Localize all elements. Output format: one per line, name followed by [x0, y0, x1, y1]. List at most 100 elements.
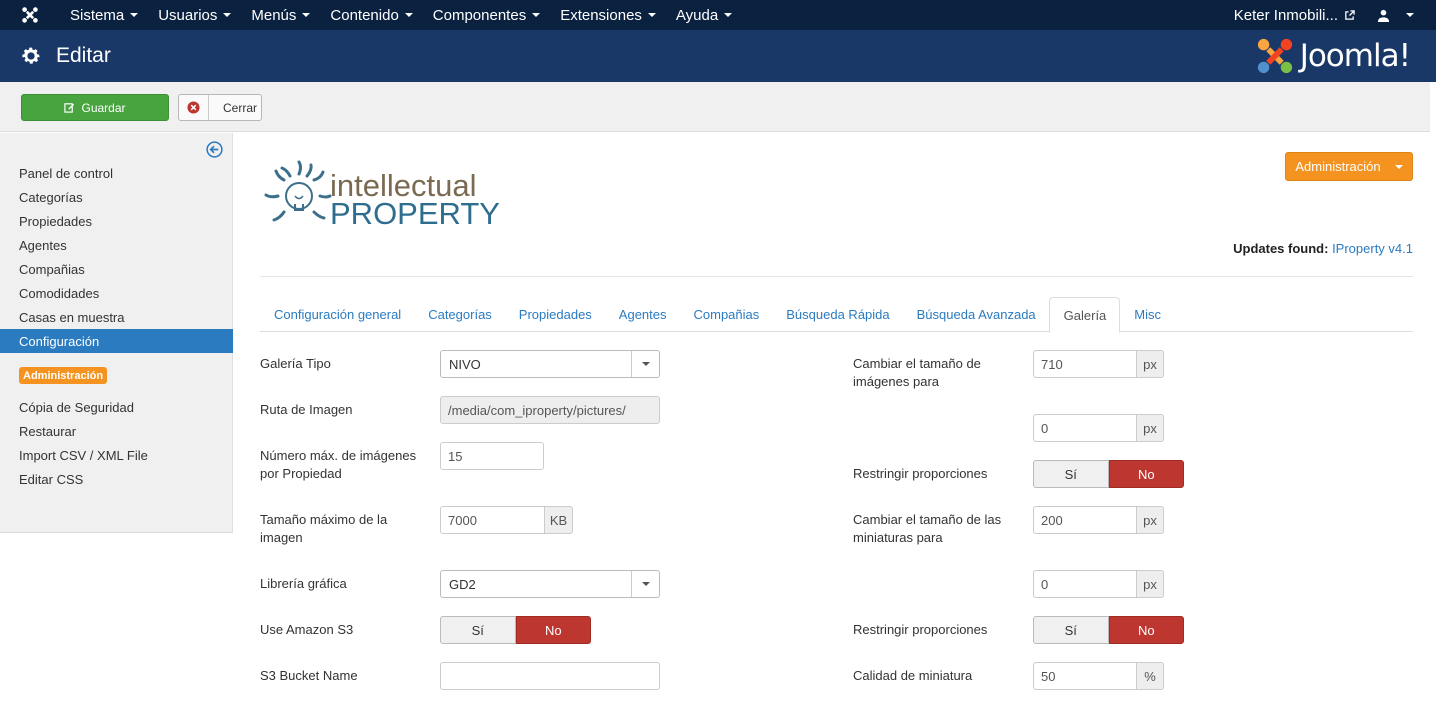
image-path-label: Ruta de Imagen	[260, 402, 353, 417]
px-unit: px	[1136, 414, 1164, 442]
thumb-quality-input[interactable]: 50	[1033, 662, 1137, 690]
restrict-proportions-thumbs-label: Restringir proporciones	[853, 622, 988, 637]
joomla-logo-icon	[1257, 38, 1292, 74]
gallery-type-select[interactable]: NIVO	[440, 350, 660, 378]
restrict-thumbs-no[interactable]: No	[1108, 616, 1184, 644]
edit-icon	[64, 103, 75, 113]
menu-usuarios[interactable]: Usuarios	[148, 0, 241, 30]
updates-notice: Updates found: IProperty v4.1	[1233, 241, 1413, 256]
top-navbar: Sistema Usuarios Menús Contenido Compone…	[0, 0, 1436, 30]
restrict-proportions-label: Restringir proporciones	[853, 466, 988, 481]
sidebar-item-panel[interactable]: Panel de control	[0, 161, 233, 185]
px-unit: px	[1136, 570, 1164, 598]
menu-ayuda[interactable]: Ayuda	[666, 0, 742, 30]
sidebar: Panel de control Categorías Propiedades …	[0, 133, 233, 533]
caret-down-icon	[302, 13, 311, 17]
gallery-type-label: Galería Tipo	[260, 356, 331, 371]
resize-thumbs-width-input[interactable]: 200	[1033, 506, 1137, 534]
menu-componentes[interactable]: Componentes	[423, 0, 550, 30]
sidebar-item-import[interactable]: Import CSV / XML File	[0, 443, 233, 467]
amazon-s3-label: Use Amazon S3	[260, 622, 354, 637]
sidebar-item-edit-css[interactable]: Editar CSS	[0, 467, 233, 491]
caret-down-icon	[724, 13, 733, 17]
config-tabs: Configuración general Categorías Propied…	[260, 297, 1413, 333]
joomla-menu-icon[interactable]	[0, 0, 60, 30]
tab-galeria[interactable]: Galería	[1048, 297, 1121, 333]
max-size-input[interactable]: 7000	[440, 506, 545, 534]
caret-down-icon	[130, 13, 139, 17]
thumb-quality-label: Calidad de miniatura	[853, 668, 973, 683]
bucket-name-input[interactable]	[440, 662, 660, 690]
sidebar-item-configuracion[interactable]: Configuración	[0, 329, 233, 353]
main-menu: Sistema Usuarios Menús Contenido Compone…	[60, 0, 742, 30]
sidebar-item-agentes[interactable]: Agentes	[0, 233, 233, 257]
sidebar-item-companias[interactable]: Compañias	[0, 257, 233, 281]
restrict-proportions-no[interactable]: No	[1108, 460, 1184, 488]
iproperty-logo: intellectual PROPERTY	[264, 160, 500, 231]
caret-down-icon	[532, 13, 541, 17]
restrict-proportions-toggle: Sí No	[1033, 460, 1184, 488]
max-images-input[interactable]: 15	[440, 442, 544, 470]
caret-down-icon	[1406, 13, 1414, 17]
amazon-s3-yes[interactable]: Sí	[440, 616, 516, 644]
image-path-input: /media/com_iproperty/pictures/	[440, 396, 660, 424]
bucket-name-label: S3 Bucket Name	[260, 668, 358, 683]
sidebar-item-propiedades[interactable]: Propiedades	[0, 209, 233, 233]
chevron-down-icon	[631, 351, 659, 377]
tab-agentes[interactable]: Agentes	[605, 297, 680, 332]
resize-images-height-input[interactable]: 0	[1033, 414, 1137, 442]
collapse-sidebar-icon[interactable]	[206, 141, 223, 158]
resize-thumbs-height-input[interactable]: 0	[1033, 570, 1137, 598]
graphics-lib-label: Librería gráfica	[260, 576, 347, 591]
amazon-s3-toggle: Sí No	[440, 616, 591, 644]
resize-thumbs-label: Cambiar el tamaño de las miniaturas para	[853, 512, 1002, 545]
max-size-label: Tamaño máximo de la imagen	[260, 512, 388, 545]
restrict-proportions-yes[interactable]: Sí	[1033, 460, 1109, 488]
administracion-dropdown-button[interactable]: Administración	[1285, 152, 1413, 181]
max-images-label: Número máx. de imágenes por Propiedad	[260, 448, 417, 481]
caret-down-icon	[1394, 164, 1403, 169]
close-icon	[187, 101, 200, 114]
menu-menus[interactable]: Menús	[241, 0, 320, 30]
restrict-thumbs-yes[interactable]: Sí	[1033, 616, 1109, 644]
max-size-unit: KB	[544, 506, 573, 534]
resize-images-label: Cambiar el tamaño de imágenes para	[853, 356, 981, 389]
update-link[interactable]: IProperty v4.1	[1332, 241, 1413, 256]
user-icon	[1377, 9, 1390, 22]
menu-sistema[interactable]: Sistema	[60, 0, 148, 30]
px-unit: px	[1136, 506, 1164, 534]
menu-contenido[interactable]: Contenido	[320, 0, 422, 30]
amazon-s3-no[interactable]: No	[515, 616, 591, 644]
joomla-logo: Joomla!	[1256, 37, 1411, 75]
gear-icon	[22, 47, 40, 64]
tab-misc[interactable]: Misc	[1120, 297, 1174, 332]
sidebar-item-restore[interactable]: Restaurar	[0, 419, 233, 443]
page-title: Editar	[56, 44, 111, 67]
sidebar-item-backup[interactable]: Cópia de Seguridad	[0, 395, 233, 419]
tab-configuracion-general[interactable]: Configuración general	[260, 297, 414, 332]
lightbulb-icon	[264, 160, 332, 222]
graphics-lib-select[interactable]: GD2	[440, 570, 660, 598]
save-button[interactable]: Guardar	[21, 94, 169, 121]
logo-word-2: PROPERTY	[330, 196, 500, 231]
nav-right: Keter Inmobili...	[1222, 0, 1436, 30]
sidebar-item-casas[interactable]: Casas en muestra	[0, 305, 233, 329]
chevron-down-icon	[631, 571, 659, 597]
tab-busqueda-rapida[interactable]: Búsqueda Rápida	[772, 297, 902, 332]
percent-unit: %	[1136, 662, 1164, 690]
sidebar-item-comodidades[interactable]: Comodidades	[0, 281, 233, 305]
tab-propiedades[interactable]: Propiedades	[505, 297, 605, 332]
tab-categorias[interactable]: Categorías	[414, 297, 505, 332]
sidebar-item-categorias[interactable]: Categorías	[0, 185, 233, 209]
caret-down-icon	[223, 13, 232, 17]
tab-companias[interactable]: Compañias	[680, 297, 773, 332]
caret-down-icon	[647, 13, 656, 17]
close-button[interactable]: Cerrar	[178, 94, 262, 121]
external-link-icon	[1345, 9, 1355, 20]
page-header: Editar Joomla!	[0, 30, 1436, 82]
tab-busqueda-avanzada[interactable]: Búsqueda Avanzada	[903, 297, 1049, 332]
menu-extensiones[interactable]: Extensiones	[550, 0, 666, 30]
site-link[interactable]: Keter Inmobili...	[1222, 7, 1367, 24]
resize-images-width-input[interactable]: 710	[1033, 350, 1137, 378]
user-menu[interactable]	[1367, 9, 1436, 22]
